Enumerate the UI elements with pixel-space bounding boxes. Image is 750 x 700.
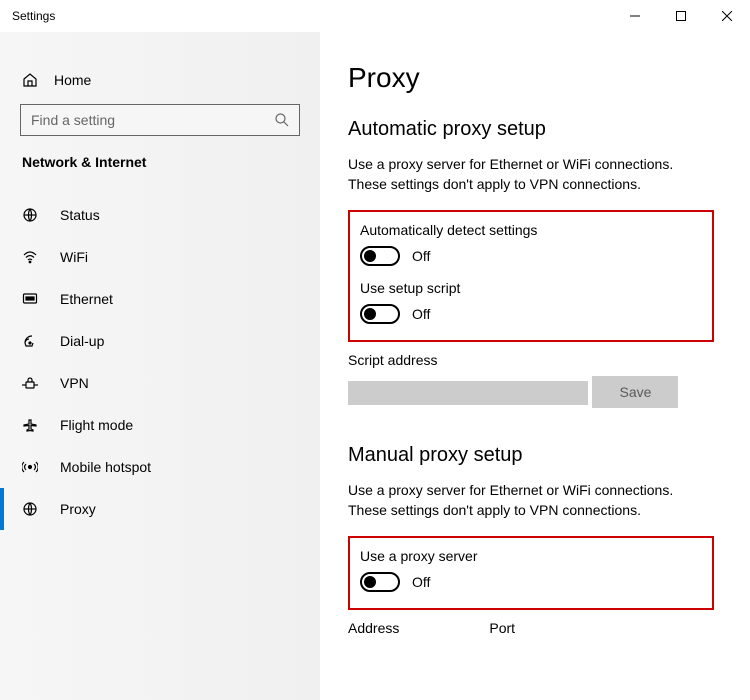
- script-toggle[interactable]: [360, 304, 400, 324]
- sidebar-item-label: Proxy: [60, 501, 96, 517]
- highlight-box-manual: Use a proxy server Off: [348, 536, 714, 610]
- detect-toggle[interactable]: [360, 246, 400, 266]
- sidebar-item-hotspot[interactable]: Mobile hotspot: [0, 446, 320, 488]
- sidebar-item-status[interactable]: Status: [0, 194, 320, 236]
- sidebar: Home Network & Internet Status WiFi Ethe…: [0, 32, 320, 700]
- auto-heading: Automatic proxy setup: [348, 118, 714, 141]
- search-box[interactable]: [20, 104, 300, 136]
- address-label: Address: [348, 620, 399, 636]
- sidebar-item-flightmode[interactable]: Flight mode: [0, 404, 320, 446]
- use-proxy-label: Use a proxy server: [360, 548, 700, 564]
- maximize-button[interactable]: [658, 0, 704, 32]
- use-proxy-toggle[interactable]: [360, 572, 400, 592]
- manual-heading: Manual proxy setup: [348, 444, 714, 467]
- sidebar-item-dialup[interactable]: Dial-up: [0, 320, 320, 362]
- sidebar-item-proxy[interactable]: Proxy: [0, 488, 320, 530]
- script-label: Use setup script: [360, 280, 700, 296]
- ethernet-icon: [22, 291, 38, 307]
- dialup-icon: [22, 333, 38, 349]
- sidebar-item-wifi[interactable]: WiFi: [0, 236, 320, 278]
- minimize-button[interactable]: [612, 0, 658, 32]
- sidebar-item-label: Status: [60, 207, 100, 223]
- sidebar-item-vpn[interactable]: VPN: [0, 362, 320, 404]
- script-state: Off: [412, 306, 430, 322]
- sidebar-item-label: Dial-up: [60, 333, 104, 349]
- sidebar-item-label: Mobile hotspot: [60, 459, 151, 475]
- use-proxy-state: Off: [412, 574, 430, 590]
- home-icon: [22, 72, 38, 88]
- sidebar-item-label: VPN: [60, 375, 89, 391]
- close-button[interactable]: [704, 0, 750, 32]
- status-icon: [22, 207, 38, 223]
- manual-description: Use a proxy server for Ethernet or WiFi …: [348, 481, 708, 520]
- script-addr-input[interactable]: [348, 381, 588, 405]
- sidebar-item-ethernet[interactable]: Ethernet: [0, 278, 320, 320]
- script-addr-label: Script address: [348, 352, 714, 368]
- hotspot-icon: [22, 459, 38, 475]
- detect-state: Off: [412, 248, 430, 264]
- search-icon: [275, 113, 289, 127]
- content-panel: Proxy Automatic proxy setup Use a proxy …: [320, 32, 750, 700]
- save-button[interactable]: Save: [592, 376, 678, 408]
- vpn-icon: [22, 375, 38, 391]
- sidebar-item-label: Flight mode: [60, 417, 133, 433]
- home-nav[interactable]: Home: [0, 62, 320, 98]
- globe-icon: [22, 501, 38, 517]
- highlight-box-auto: Automatically detect settings Off Use se…: [348, 210, 714, 342]
- home-label: Home: [54, 72, 91, 88]
- search-input[interactable]: [21, 105, 299, 135]
- page-title: Proxy: [348, 62, 714, 94]
- sidebar-item-label: Ethernet: [60, 291, 113, 307]
- window-controls: [612, 0, 750, 32]
- detect-label: Automatically detect settings: [360, 222, 700, 238]
- port-label: Port: [489, 620, 515, 636]
- airplane-icon: [22, 417, 38, 433]
- section-title: Network & Internet: [0, 154, 320, 194]
- sidebar-item-label: WiFi: [60, 249, 88, 265]
- title-bar: Settings: [0, 0, 750, 32]
- wifi-icon: [22, 249, 38, 265]
- window-title: Settings: [0, 9, 55, 23]
- auto-description: Use a proxy server for Ethernet or WiFi …: [348, 155, 708, 194]
